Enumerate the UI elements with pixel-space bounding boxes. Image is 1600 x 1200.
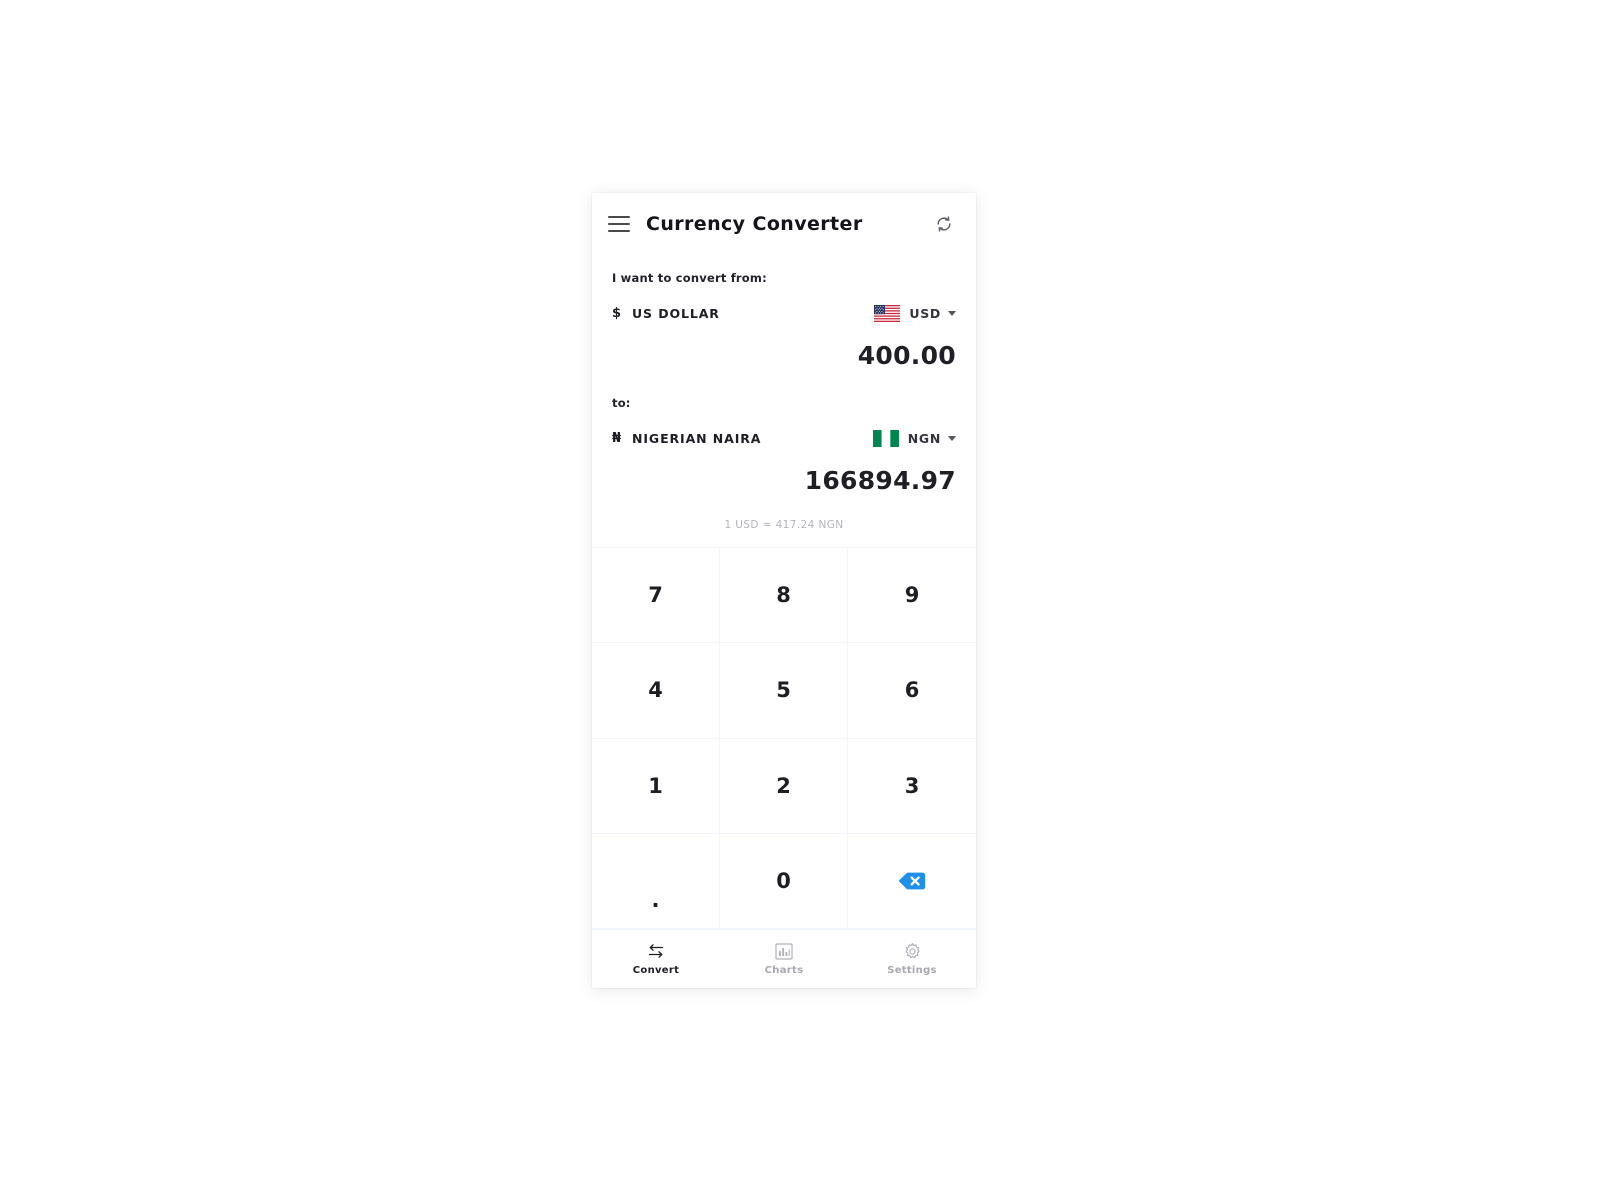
chevron-down-icon: [948, 310, 956, 316]
key-4[interactable]: 4: [592, 643, 720, 739]
hamburger-line: [608, 230, 630, 232]
hamburger-menu-icon[interactable]: [608, 216, 630, 232]
gear-glyph: [905, 942, 920, 958]
nav-item-charts[interactable]: Charts: [720, 930, 848, 988]
swap-arrows-glyph: [648, 944, 664, 958]
bar-chart-icon: [775, 942, 793, 960]
nav-label-convert: Convert: [632, 965, 680, 976]
to-currency-selector[interactable]: NGN: [872, 429, 956, 447]
backspace-icon: [899, 872, 926, 890]
us-flag-icon: [874, 304, 901, 322]
key-7[interactable]: 7: [592, 548, 720, 644]
nav-item-convert[interactable]: Convert: [592, 930, 720, 988]
key-5[interactable]: 5: [720, 643, 848, 739]
to-amount-value: 166894.97: [804, 466, 956, 495]
screen-background: Currency Converter I want to convert fro…: [0, 0, 1600, 1200]
hamburger-line: [608, 216, 630, 218]
bar-chart-glyph: [775, 942, 793, 960]
currency-converter-app-card: Currency Converter I want to convert fro…: [592, 193, 976, 988]
nav-label-settings: Settings: [887, 965, 937, 976]
key-9[interactable]: 9: [848, 548, 976, 644]
chevron-down-icon: [948, 435, 956, 441]
from-currency-name: US DOLLAR: [632, 305, 720, 321]
app-header: Currency Converter: [592, 193, 976, 255]
convert-from-row: $ US DOLLAR USD: [612, 301, 956, 325]
convert-from-label: I want to convert from:: [612, 271, 767, 285]
bottom-navigation: Convert Charts Settings: [592, 929, 976, 988]
convert-to-label: to:: [612, 396, 631, 410]
key-backspace[interactable]: [848, 834, 976, 929]
swap-arrows-icon: [646, 942, 666, 960]
key-6[interactable]: 6: [848, 643, 976, 739]
converter-panel: I want to convert from: $ US DOLLAR USD …: [592, 255, 976, 547]
to-currency-symbol: ₦: [612, 430, 622, 446]
key-1[interactable]: 1: [592, 738, 720, 834]
ng-flag-icon: [872, 429, 899, 447]
page-title: Currency Converter: [646, 213, 863, 235]
from-currency-code: USD: [909, 305, 941, 321]
convert-to-row: ₦ NIGERIAN NAIRA NGN: [612, 426, 956, 450]
from-currency-symbol: $: [612, 305, 622, 321]
refresh-glyph: [937, 216, 951, 232]
key-0[interactable]: 0: [720, 833, 848, 929]
key-2[interactable]: 2: [720, 738, 848, 834]
hamburger-line: [608, 223, 630, 225]
numeric-keypad: 7 8 9 4 5 6 1 2 3 . 0: [592, 547, 976, 929]
nav-item-settings[interactable]: Settings: [848, 930, 976, 988]
key-8[interactable]: 8: [720, 548, 848, 644]
exchange-rate-text: 1 USD = 417.24 NGN: [724, 519, 844, 531]
to-currency-code: NGN: [907, 430, 941, 446]
key-3[interactable]: 3: [848, 739, 976, 834]
from-amount-value[interactable]: 400.00: [612, 341, 956, 370]
nav-label-charts: Charts: [764, 965, 804, 976]
ng-flag-glyph: [872, 429, 899, 447]
refresh-icon[interactable]: [932, 212, 956, 236]
gear-icon: [903, 942, 922, 960]
key-decimal[interactable]: .: [592, 833, 720, 929]
from-currency-selector[interactable]: USD: [874, 304, 956, 322]
to-currency-name: NIGERIAN NAIRA: [632, 430, 762, 446]
us-flag-glyph: [874, 304, 901, 322]
